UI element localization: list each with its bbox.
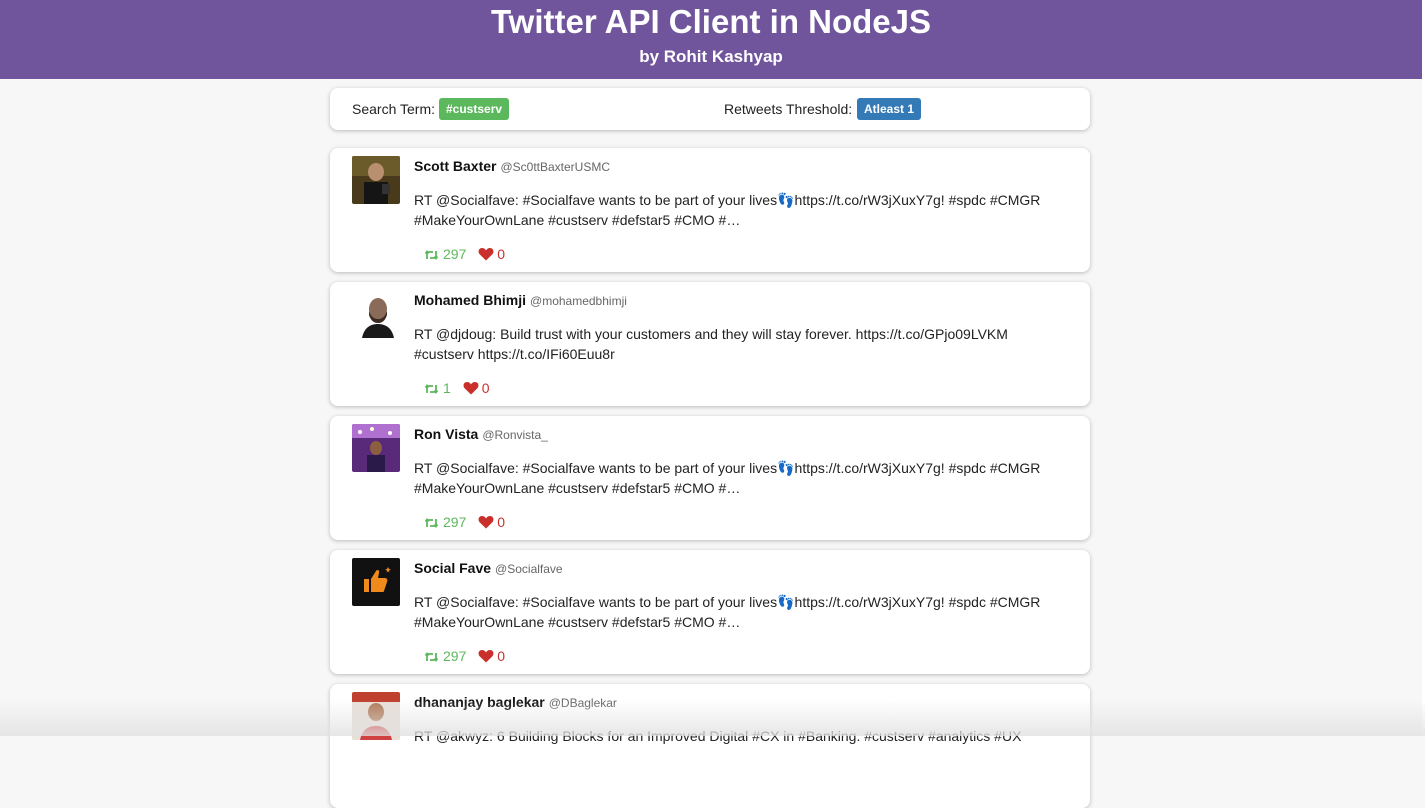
tweet-stats: 1 0 [424, 380, 489, 396]
tweet-author: Mohamed Bhimji @mohamedbhimji [414, 292, 627, 308]
like-count: 0 [463, 380, 489, 396]
tweet-text: RT @djdoug: Build trust with your custom… [414, 326, 1008, 362]
tweet-card: Social Fave @Socialfave RT @Socialfave: #… [330, 550, 1090, 674]
author-handle[interactable]: @Ronvista_ [482, 428, 548, 442]
tweet-card: Scott Baxter @Sc0ttBaxterUSMC RT @Socialf… [330, 148, 1090, 272]
heart-icon [478, 649, 494, 663]
tweet-author: Social Fave @Socialfave [414, 560, 563, 576]
author-name[interactable]: Social Fave [414, 560, 491, 576]
filter-bar: Search Term: #custserv Retweets Threshol… [330, 88, 1090, 130]
retweet-icon [424, 250, 439, 260]
tweet-text: RT @akwyz: 6 Building Blocks for an Impr… [414, 728, 1022, 744]
author-name[interactable]: dhananjay baglekar [414, 694, 545, 710]
retweet-count: 297 [424, 246, 470, 262]
author-handle[interactable]: @Socialfave [495, 562, 563, 576]
heart-icon [478, 515, 494, 529]
author-name[interactable]: Mohamed Bhimji [414, 292, 526, 308]
tweet-stats: 297 0 [424, 246, 505, 262]
tweet-author: Ron Vista @Ronvista_ [414, 426, 548, 442]
like-count: 0 [478, 514, 505, 530]
retweets-threshold-badge: Atleast 1 [857, 98, 922, 120]
avatar[interactable] [352, 424, 400, 472]
page-title: Twitter API Client in NodeJS [490, 3, 932, 40]
author-handle[interactable]: @DBaglekar [549, 696, 617, 710]
retweet-icon [424, 384, 439, 394]
tweet-text: RT @Socialfave: #Socialfave wants to be … [414, 460, 1041, 496]
page-subtitle: by Rohit Kashyap [639, 47, 783, 66]
avatar[interactable] [352, 156, 400, 204]
author-handle[interactable]: @mohamedbhimji [530, 294, 627, 308]
avatar[interactable] [352, 558, 400, 606]
author-name[interactable]: Ron Vista [414, 426, 478, 442]
tweet-text: RT @Socialfave: #Socialfave wants to be … [414, 192, 1041, 228]
tweet-card: Ron Vista @Ronvista_ RT @Socialfave: #Soc… [330, 416, 1090, 540]
heart-icon [478, 247, 494, 261]
tweet-card: Mohamed Bhimji @mohamedbhimji RT @djdoug:… [330, 282, 1090, 406]
tweet-card: dhananjay baglekar @DBaglekar RT @akwyz: … [330, 684, 1090, 808]
retweet-count: 297 [424, 648, 470, 664]
like-count: 0 [478, 648, 505, 664]
author-name[interactable]: Scott Baxter [414, 158, 496, 174]
search-term-label: Search Term: [352, 101, 435, 117]
retweets-threshold-label: Retweets Threshold: [724, 101, 853, 117]
retweet-icon [424, 518, 439, 528]
thumbs-up-icon [352, 558, 400, 606]
app-header: Twitter API Client in NodeJS by Rohit Ka… [0, 0, 1422, 79]
tweet-author: dhananjay baglekar @DBaglekar [414, 694, 617, 710]
search-term-badge: #custserv [439, 98, 510, 120]
avatar[interactable] [352, 290, 400, 338]
tweet-text: RT @Socialfave: #Socialfave wants to be … [414, 594, 1041, 630]
heart-icon [463, 381, 479, 395]
tweet-author: Scott Baxter @Sc0ttBaxterUSMC [414, 158, 610, 174]
author-handle[interactable]: @Sc0ttBaxterUSMC [500, 160, 610, 174]
tweet-stats: 297 0 [424, 648, 505, 664]
retweet-icon [424, 652, 439, 662]
avatar[interactable] [352, 692, 400, 740]
retweet-count: 297 [424, 514, 470, 530]
like-count: 0 [478, 246, 505, 262]
tweet-stats: 297 0 [424, 514, 505, 530]
retweet-count: 1 [424, 380, 455, 396]
